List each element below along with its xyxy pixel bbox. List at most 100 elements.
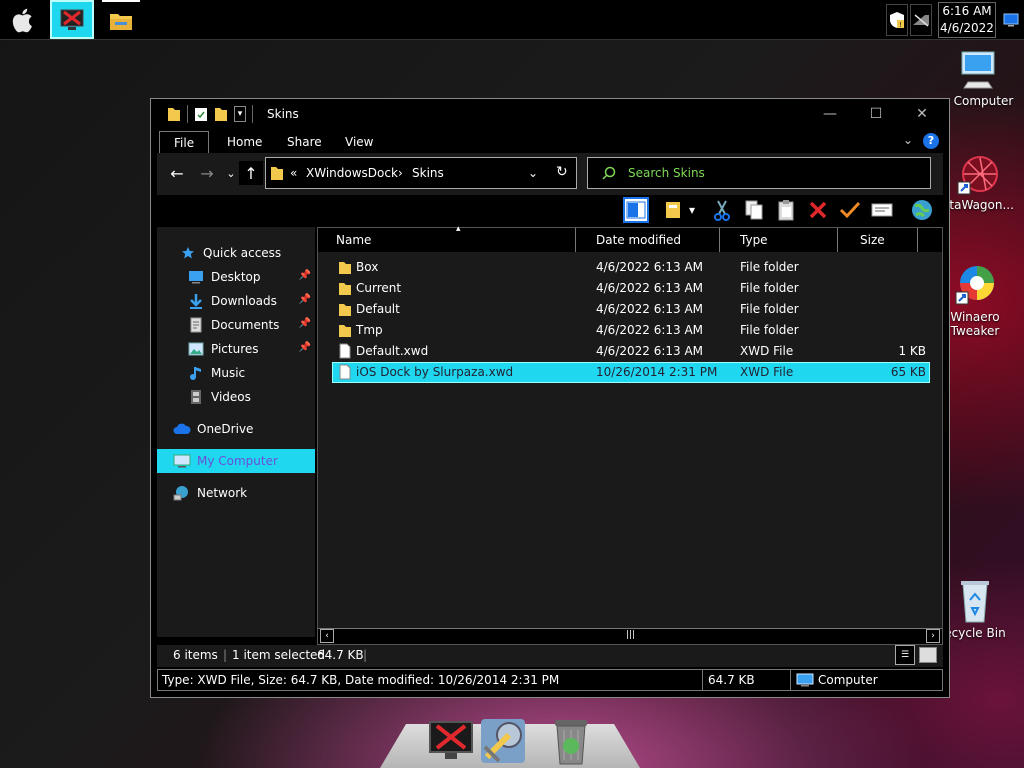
forward-button[interactable]: → [195,161,219,185]
file-row-current[interactable]: Current 4/6/2022 6:13 AM File folder [332,278,930,299]
nav-network[interactable]: Network [157,481,315,505]
desktop-icon-datawagon[interactable]: ataWagon... [938,152,1018,212]
layout-button[interactable] [661,197,687,223]
cut-button[interactable] [709,197,735,223]
file-row-default-xwd[interactable]: Default.xwd 4/6/2022 6:13 AM XWD File 1 … [332,341,930,362]
dock-item-xwindowsdock[interactable] [426,716,476,766]
close-button[interactable]: ✕ [899,99,945,129]
show-desktop-button[interactable] [1000,4,1022,36]
taskbar: ! 6:16 AM 4/6/2022 [0,0,1024,40]
nav-label: Videos [211,390,251,404]
nav-music[interactable]: Music [157,361,315,385]
taskbar-xwindowsdock-button[interactable] [50,0,94,39]
tab-view[interactable]: View [331,131,387,153]
status-item-count: 6 items [173,648,218,662]
network-globe-button[interactable] [909,197,935,223]
folder-icon [339,262,351,274]
nav-pictures[interactable]: Pictures 📌 [157,337,315,361]
column-size[interactable]: Size [852,228,918,252]
preview-pane-icon [626,201,646,219]
file-date: 4/6/2022 6:13 AM [596,260,704,274]
copy-button[interactable] [741,197,767,223]
start-button[interactable] [0,0,48,39]
tab-share[interactable]: Share [273,131,336,153]
folder-icon [339,283,351,295]
window-titlebar[interactable]: ▾ Skins — ☐ ✕ [151,99,949,129]
folder-icon [168,108,180,121]
breadcrumb-skins[interactable]: Skins [412,166,444,180]
properties-button[interactable] [869,197,895,223]
column-type[interactable]: Type [732,228,838,252]
rename-button[interactable] [837,197,863,223]
command-toolbar: ▾ [157,195,943,225]
breadcrumb-xwindowsdock[interactable]: XWindowsDock [306,166,398,180]
pin-icon: 📌 [298,342,311,353]
file-name: Default.xwd [356,344,429,358]
paste-button[interactable] [773,197,799,223]
preview-pane-button[interactable] [623,197,649,223]
expand-ribbon-chevron-icon[interactable]: ⌄ [903,133,913,147]
details-view-icon[interactable]: ☰ [895,645,915,665]
customize-toolbar-dropdown[interactable]: ▾ [234,106,246,122]
folder-icon [339,304,351,316]
nav-onedrive[interactable]: OneDrive [157,417,315,441]
layout-dropdown-button[interactable]: ▾ [685,197,699,223]
up-button[interactable]: ↑ [239,161,263,185]
nav-videos[interactable]: Videos [157,385,315,409]
tray-network-icon[interactable] [910,4,932,36]
taskbar-file-explorer-button[interactable] [102,0,140,39]
file-size: 1 KB [898,344,926,358]
breadcrumb-separator-icon[interactable]: › [398,166,403,180]
xwindowsdock-icon [60,9,84,30]
download-arrow-icon [187,293,205,309]
ribbon-tabs: File Home Share View ⌄ ? [151,129,949,153]
datawagon-icon [957,156,998,195]
nav-documents[interactable]: Documents 📌 [157,313,315,337]
horizontal-scrollbar[interactable]: ‹ ||| › [318,628,942,644]
address-dropdown-icon[interactable]: ⌄ [528,166,538,180]
properties-icon[interactable] [194,106,208,122]
dock-item-tools[interactable] [478,716,528,766]
search-input[interactable]: Search Skins [628,166,705,180]
nav-label: My Computer [197,454,278,468]
tray-security-icon[interactable]: ! [886,4,908,36]
tab-file[interactable]: File [159,131,210,153]
nav-quick-access[interactable]: Quick access [157,241,315,265]
breadcrumb-overflow[interactable]: « [290,166,297,180]
network-globe-icon [173,485,191,501]
nav-desktop[interactable]: Desktop 📌 [157,265,315,289]
pin-icon: 📌 [298,318,311,329]
file-row-box[interactable]: Box 4/6/2022 6:13 AM File folder [332,257,930,278]
nav-my-computer[interactable]: My Computer [157,449,315,473]
desktop-icon-my-computer[interactable]: y Computer [938,48,1018,108]
new-folder-icon[interactable] [214,106,228,122]
taskbar-clock[interactable]: 6:16 AM 4/6/2022 [938,2,996,38]
nav-downloads[interactable]: Downloads 📌 [157,289,315,313]
minimize-button[interactable]: — [807,99,853,129]
star-icon [179,245,197,261]
tab-home[interactable]: Home [213,131,276,153]
nav-label: Downloads [211,294,277,308]
cloud-icon [173,421,191,437]
search-box[interactable]: Search Skins [587,157,931,189]
computer-icon [173,453,191,469]
column-date-modified[interactable]: Date modified [588,228,720,252]
back-button[interactable]: ← [165,161,189,185]
maximize-button[interactable]: ☐ [853,99,899,129]
scroll-left-icon[interactable]: ‹ [320,629,334,643]
file-size: 65 KB [890,365,926,379]
folder-icon [110,13,132,30]
large-icons-view-icon[interactable] [919,647,937,663]
file-row-tmp[interactable]: Tmp 4/6/2022 6:13 AM File folder [332,320,930,341]
dock-item-trash[interactable] [546,716,596,766]
computer-icon [796,673,814,687]
file-row-ios-dock-xwd[interactable]: iOS Dock by Slurpaza.xwd 10/26/2014 2:31… [332,362,930,383]
column-name[interactable]: Name [328,228,576,252]
maximize-icon: ☐ [869,106,883,122]
scroll-right-icon[interactable]: › [926,629,940,643]
address-bar[interactable]: « XWindowsDock › Skins ⌄ ↻ [265,157,577,189]
file-row-default[interactable]: Default 4/6/2022 6:13 AM File folder [332,299,930,320]
delete-button[interactable] [805,197,831,223]
help-icon[interactable]: ? [923,133,939,149]
refresh-icon[interactable]: ↻ [556,164,568,180]
